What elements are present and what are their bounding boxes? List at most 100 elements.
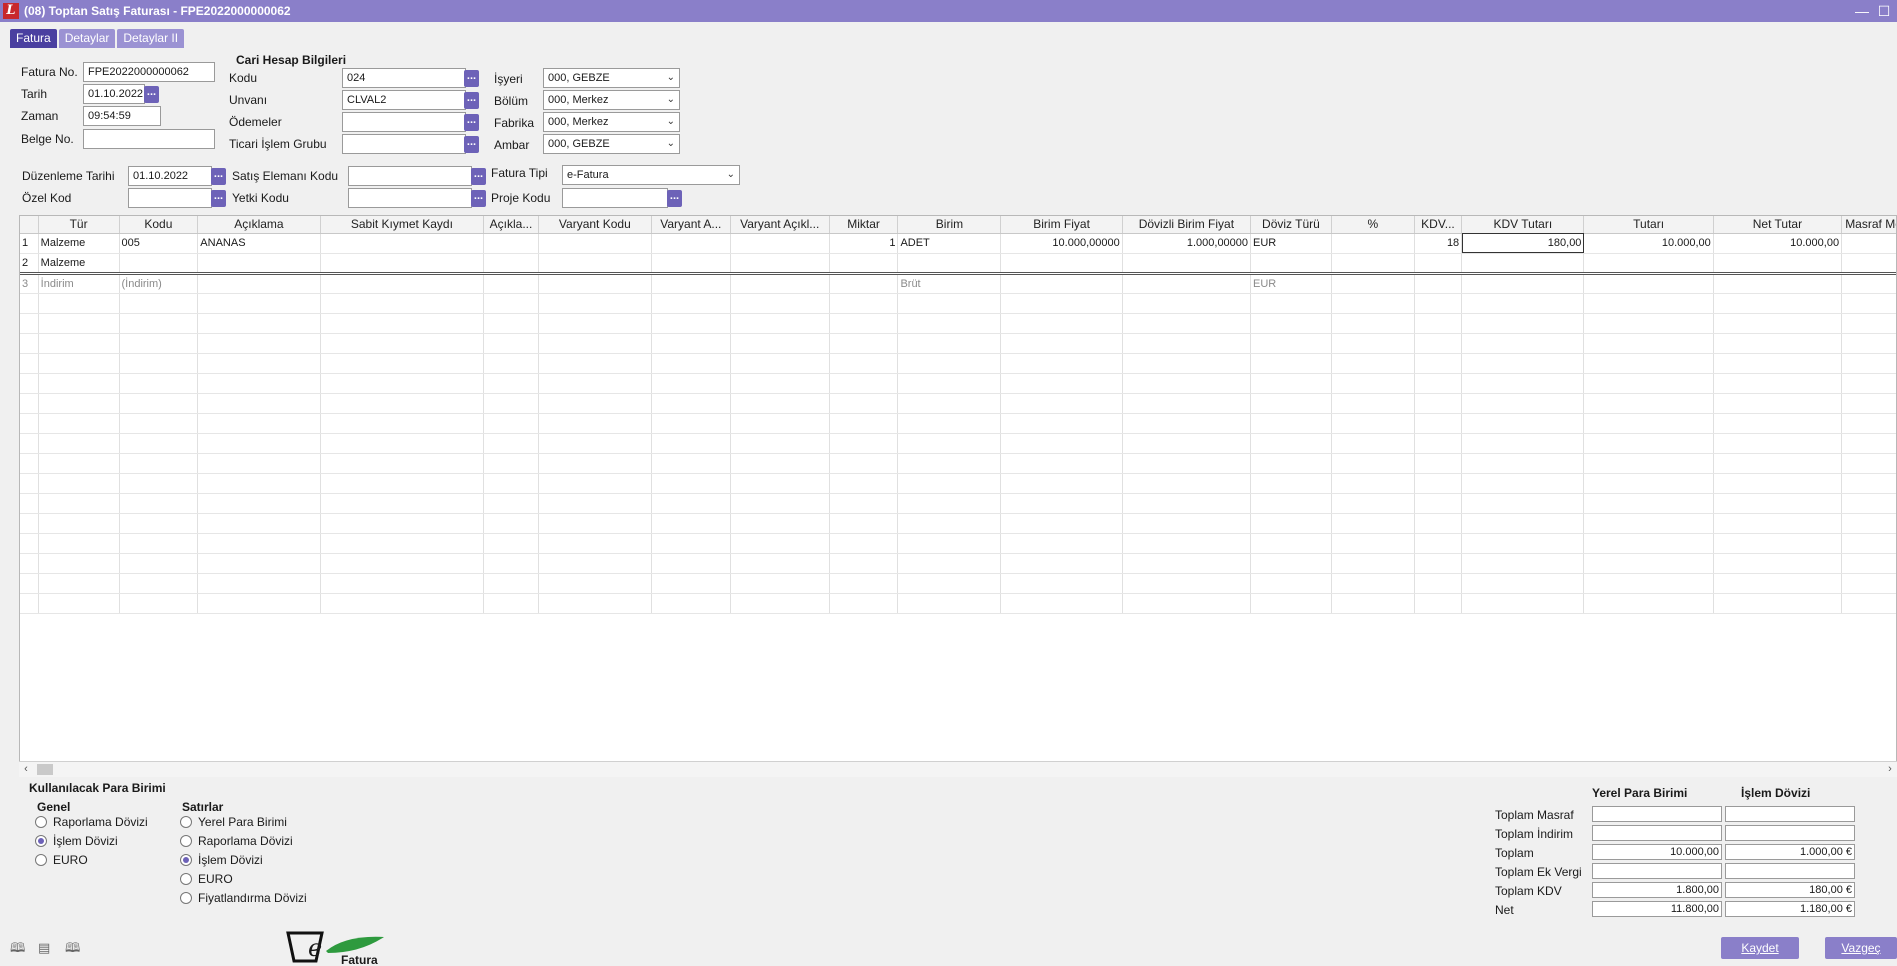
table-cell[interactable] <box>1841 473 1896 494</box>
minimize-icon[interactable]: — <box>1853 2 1871 20</box>
table-cell[interactable] <box>1414 413 1463 434</box>
table-cell[interactable] <box>730 493 830 514</box>
table-row[interactable]: 2 Malzeme <box>20 253 1896 275</box>
table-cell[interactable] <box>1000 553 1123 574</box>
table-cell[interactable] <box>1583 393 1714 414</box>
empty-row[interactable] <box>20 293 1896 314</box>
table-cell[interactable] <box>1414 573 1463 594</box>
table-cell[interactable] <box>197 393 321 414</box>
table-cell[interactable] <box>1841 393 1896 414</box>
table-cell[interactable] <box>119 533 199 554</box>
table-cell[interactable] <box>1583 493 1714 514</box>
table-cell[interactable] <box>20 493 39 514</box>
table-cell[interactable] <box>538 593 652 614</box>
table-cell[interactable] <box>1122 293 1252 314</box>
table-cell[interactable] <box>1122 513 1252 534</box>
table-cell[interactable] <box>1122 433 1252 454</box>
table-cell[interactable] <box>197 473 321 494</box>
table-cell[interactable] <box>320 333 485 354</box>
table-cell[interactable] <box>829 333 899 354</box>
table-cell[interactable] <box>1461 533 1585 554</box>
table-cell[interactable] <box>197 513 321 534</box>
table-cell[interactable] <box>1250 413 1332 434</box>
table-cell[interactable]: 10.000,00 <box>1713 233 1843 254</box>
table-cell[interactable] <box>1250 513 1332 534</box>
table-cell[interactable] <box>1841 433 1896 454</box>
table-cell[interactable] <box>20 373 39 394</box>
table-cell[interactable] <box>1713 273 1843 294</box>
table-cell[interactable]: EUR <box>1250 273 1332 294</box>
table-cell[interactable] <box>1331 353 1415 374</box>
table-cell[interactable] <box>829 273 899 294</box>
table-cell[interactable] <box>829 533 899 554</box>
table-cell[interactable] <box>197 433 321 454</box>
table-cell[interactable] <box>1461 553 1585 574</box>
radio-circle-icon[interactable] <box>35 854 47 866</box>
table-cell[interactable]: (İndirim) <box>119 273 199 294</box>
table-cell[interactable] <box>483 453 539 474</box>
table-cell[interactable] <box>651 573 731 594</box>
table-cell[interactable] <box>1414 593 1463 614</box>
tarih-picker-button[interactable]: ... <box>144 86 159 103</box>
table-cell[interactable] <box>1713 313 1843 334</box>
table-cell[interactable] <box>38 593 120 614</box>
table-cell[interactable] <box>1713 413 1843 434</box>
column-header[interactable]: % <box>1331 216 1415 234</box>
table-cell[interactable] <box>1414 373 1463 394</box>
table-cell[interactable] <box>1250 293 1332 314</box>
table-cell[interactable] <box>320 413 485 434</box>
table-cell[interactable]: 1 <box>829 233 899 254</box>
table-cell[interactable] <box>320 513 485 534</box>
table-cell[interactable] <box>1713 593 1843 614</box>
table-cell[interactable] <box>1461 373 1585 394</box>
table-cell[interactable] <box>1331 553 1415 574</box>
scroll-right-icon[interactable]: › <box>1883 762 1897 777</box>
table-cell[interactable]: ANANAS <box>197 233 321 254</box>
table-cell[interactable] <box>829 513 899 534</box>
radio-circle-icon[interactable] <box>180 835 192 847</box>
table-cell[interactable] <box>1000 533 1123 554</box>
table-cell[interactable] <box>1250 593 1332 614</box>
table-cell[interactable] <box>829 413 899 434</box>
table-cell[interactable] <box>1841 253 1896 275</box>
column-header[interactable]: Varyant A... <box>651 216 731 234</box>
table-cell[interactable] <box>20 413 39 434</box>
table-cell[interactable] <box>1331 533 1415 554</box>
table-cell[interactable] <box>20 533 39 554</box>
table-cell[interactable] <box>197 533 321 554</box>
table-cell[interactable]: İndirim <box>38 273 120 294</box>
table-cell[interactable] <box>1000 593 1123 614</box>
table-cell[interactable] <box>1461 573 1585 594</box>
column-header[interactable]: Net Tutar <box>1713 216 1843 234</box>
table-cell[interactable] <box>1583 553 1714 574</box>
table-cell[interactable] <box>538 293 652 314</box>
table-cell[interactable] <box>1461 593 1585 614</box>
table-cell[interactable] <box>538 253 652 275</box>
empty-row[interactable] <box>20 413 1896 434</box>
table-cell[interactable] <box>483 313 539 334</box>
table-cell[interactable] <box>651 413 731 434</box>
table-cell[interactable] <box>538 433 652 454</box>
column-header[interactable]: Sabit Kıymet Kaydı <box>320 216 485 234</box>
table-cell[interactable] <box>897 533 1002 554</box>
table-cell[interactable] <box>1461 253 1585 275</box>
satir-radio[interactable]: Raporlama Dövizi <box>180 834 293 848</box>
table-cell[interactable] <box>730 573 830 594</box>
table-cell[interactable] <box>829 253 899 275</box>
cari-kodu-lookup-button[interactable]: ... <box>464 70 479 87</box>
table-cell[interactable] <box>829 373 899 394</box>
table-cell[interactable] <box>1331 293 1415 314</box>
table-cell[interactable] <box>829 293 899 314</box>
table-cell[interactable] <box>1583 453 1714 474</box>
table-cell[interactable] <box>1841 273 1896 294</box>
table-cell[interactable] <box>1583 433 1714 454</box>
cancel-button[interactable]: Vazgeç <box>1825 937 1897 959</box>
table-cell[interactable] <box>1122 453 1252 474</box>
ambar-select[interactable]: 000, GEBZE ⌄ <box>543 134 680 154</box>
table-cell[interactable] <box>538 513 652 534</box>
table-cell[interactable] <box>320 253 485 275</box>
table-cell[interactable] <box>20 473 39 494</box>
table-cell[interactable] <box>483 253 539 275</box>
genel-radio[interactable]: EURO <box>35 853 88 867</box>
radio-circle-icon[interactable] <box>180 854 192 866</box>
